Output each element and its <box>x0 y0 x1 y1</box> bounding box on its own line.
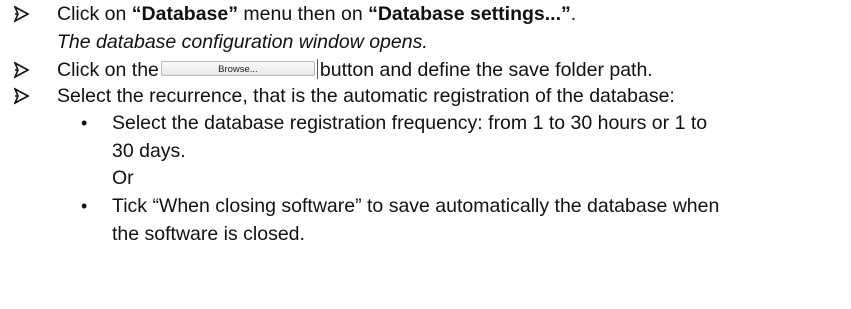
instruction-document: Click on “Database” menu then on “Databa… <box>0 0 851 309</box>
browse-button[interactable]: Browse... <box>160 59 318 80</box>
step-2-post: button and define the save folder path. <box>319 59 653 81</box>
sub-item-2-line-2: the software is closed. <box>112 223 305 245</box>
arrowhead-bullet-icon <box>14 61 30 81</box>
step-1-mid: menu then on <box>238 3 369 25</box>
sub-item-1-line-1: Select the database registration frequen… <box>112 112 708 134</box>
step-1-text: Click on “Database” menu then on “Databa… <box>57 2 576 27</box>
step-3-text: Select the recurrence, that is the autom… <box>57 85 675 107</box>
arrowhead-bullet-icon <box>14 87 30 107</box>
step-1-pre: Click on <box>57 3 132 25</box>
step-1-database-menu: “Database” <box>131 3 238 25</box>
step-1-post: . <box>570 3 577 25</box>
sub-bullet: • <box>81 196 88 216</box>
step-2-pre: Click on the <box>57 59 159 81</box>
arrowhead-bullet-icon <box>14 5 30 25</box>
step-2-text: Click on the Browse... button and define t… <box>57 58 653 83</box>
sub-bullet: • <box>81 113 88 133</box>
step-1-note: The database configuration window opens. <box>57 31 428 53</box>
sub-item-1-line-2: 30 days. <box>112 140 186 162</box>
step-1-database-settings: “Database settings...” <box>368 3 571 25</box>
sub-item-2-line-1: Tick “When closing software” to save aut… <box>112 195 720 217</box>
sub-item-1-or: Or <box>112 167 134 189</box>
